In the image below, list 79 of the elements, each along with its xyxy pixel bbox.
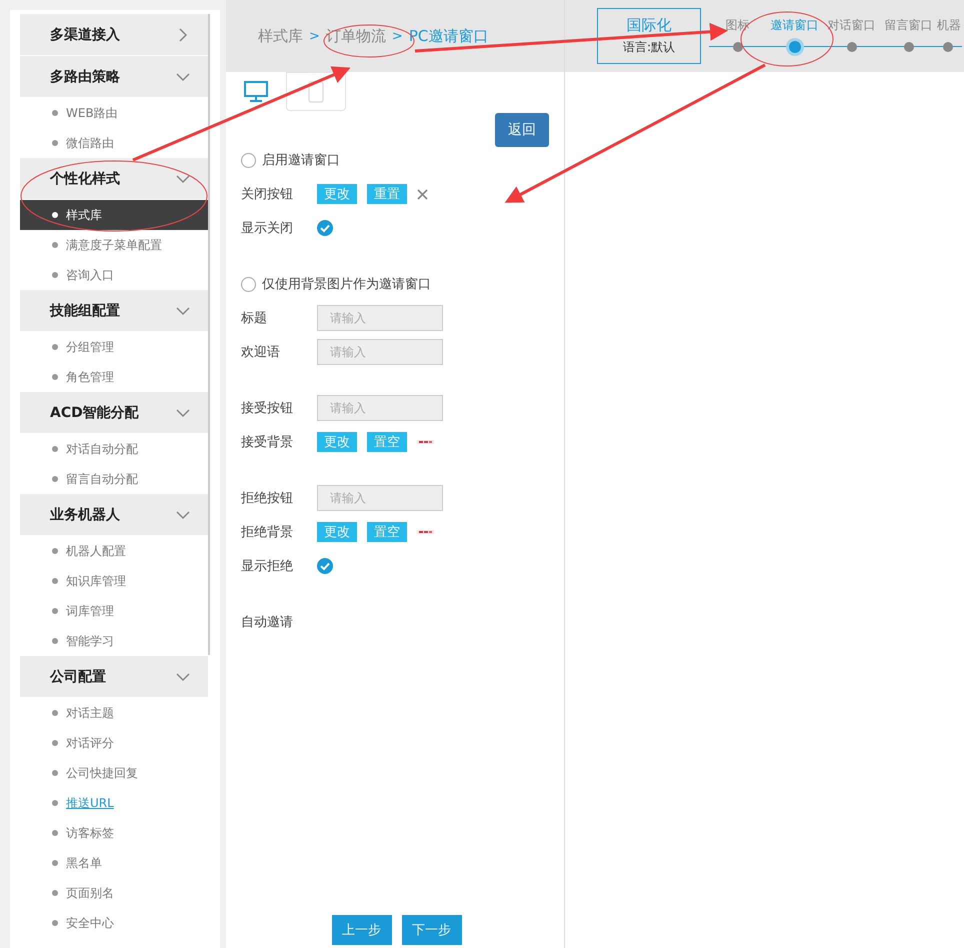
i18n-panel[interactable]: 国际化 语言:默认 xyxy=(597,8,701,64)
menu-group-header[interactable]: ACD智能分配 xyxy=(20,392,208,434)
step-dot[interactable] xyxy=(943,42,953,52)
menu-item[interactable]: 对话自动分配 xyxy=(20,434,208,464)
action-button[interactable]: 置空 xyxy=(367,522,407,542)
action-button[interactable]: 置空 xyxy=(367,432,407,452)
step-dot[interactable] xyxy=(904,42,914,52)
field-label: 拒绝按钮 xyxy=(241,490,294,507)
step-dot[interactable] xyxy=(846,42,856,52)
field-label: 显示拒绝 xyxy=(241,558,294,575)
menu-item[interactable]: 样式库 xyxy=(20,200,208,230)
field-label: 显示关闭 xyxy=(241,220,294,237)
field-label: 标题 xyxy=(241,310,268,327)
menu-group-header[interactable]: 业务机器人 xyxy=(20,494,208,536)
menu-item[interactable]: 词库管理 xyxy=(20,596,208,626)
radio-label: 仅使用背景图片作为邀请窗口 xyxy=(262,276,431,293)
menu-group-header[interactable]: 技能组配置 xyxy=(20,290,208,332)
step-dot[interactable] xyxy=(788,41,800,53)
menu-link[interactable]: 推送URL xyxy=(66,794,114,812)
menu-item[interactable]: 公司快捷回复 xyxy=(20,758,208,788)
step-button[interactable]: 上一步 xyxy=(332,915,392,945)
step-label[interactable]: 机器 xyxy=(937,17,961,34)
menu-item[interactable]: 分组管理 xyxy=(20,332,208,362)
breadcrumb-separator: > xyxy=(392,28,403,44)
action-button[interactable]: 更改 xyxy=(317,522,357,542)
device-tab[interactable] xyxy=(286,72,346,111)
language-label: 语言:默认 xyxy=(622,39,676,56)
checkbox[interactable] xyxy=(317,220,333,236)
breadcrumb-item[interactable]: 订单物流 xyxy=(326,26,386,46)
step-label[interactable]: 邀请窗口 xyxy=(770,17,818,34)
menu-item[interactable]: 安全中心 xyxy=(20,908,208,938)
menu-item[interactable]: 角色管理 xyxy=(20,362,208,392)
menu-item[interactable]: 智能学习 xyxy=(20,626,208,656)
i18n-title: 国际化 xyxy=(626,16,672,35)
input-field[interactable]: 请输入 xyxy=(317,395,443,421)
menu-item[interactable]: WEB路由 xyxy=(20,98,208,128)
menu-item[interactable]: 访客标签 xyxy=(20,818,208,848)
phone-icon xyxy=(308,80,324,102)
radio-label: 启用邀请窗口 xyxy=(262,152,340,169)
menu-item[interactable]: 机器人配置 xyxy=(20,536,208,566)
field-label: 关闭按钮 xyxy=(241,186,294,203)
field-label: 自动邀请 xyxy=(241,614,294,631)
step-label[interactable]: 图标 xyxy=(726,17,750,34)
input-field[interactable]: 请输入 xyxy=(317,339,443,365)
menu-item[interactable]: 咨询入口 xyxy=(20,260,208,290)
step-label[interactable]: 对话窗口 xyxy=(828,17,876,34)
menu-item[interactable]: 留言自动分配 xyxy=(20,464,208,494)
menu-group-header[interactable]: 公司配置 xyxy=(20,656,208,698)
field-label: 接受按钮 xyxy=(241,400,294,417)
action-button[interactable]: 更改 xyxy=(317,432,357,452)
breadcrumb-separator: > xyxy=(309,28,320,44)
close-icon[interactable] xyxy=(417,188,428,200)
step-button[interactable]: 下一步 xyxy=(402,915,462,945)
action-button[interactable]: 更改 xyxy=(317,184,357,204)
menu-group-header[interactable]: 多路由策略 xyxy=(20,56,208,98)
radio-button[interactable] xyxy=(241,152,256,168)
menu-item[interactable]: 微信路由 xyxy=(20,128,208,158)
menu-group-header[interactable]: 多渠道接入 xyxy=(20,14,208,56)
menu-item[interactable]: 对话主题 xyxy=(20,698,208,728)
checkbox[interactable] xyxy=(317,558,333,574)
field-label: 接受背景 xyxy=(241,434,294,451)
step-label[interactable]: 留言窗口 xyxy=(884,17,932,34)
action-button[interactable]: 重置 xyxy=(367,184,407,204)
back-button[interactable]: 返回 xyxy=(495,113,549,147)
input-field[interactable]: 请输入 xyxy=(317,305,443,331)
step-dot[interactable] xyxy=(732,42,742,52)
monitor-icon xyxy=(244,80,268,102)
field-label: 拒绝背景 xyxy=(241,524,294,541)
input-field[interactable]: 请输入 xyxy=(317,485,443,511)
field-label: 欢迎语 xyxy=(241,344,281,361)
menu-item[interactable]: 黑名单 xyxy=(20,848,208,878)
radio-button[interactable] xyxy=(241,276,256,292)
menu-item[interactable]: 页面别名 xyxy=(20,878,208,908)
menu-item[interactable]: 对话评分 xyxy=(20,728,208,758)
menu-item[interactable]: 知识库管理 xyxy=(20,566,208,596)
menu-item[interactable]: 满意度子菜单配置 xyxy=(20,230,208,260)
breadcrumb-item[interactable]: PC邀请窗口 xyxy=(408,26,488,46)
breadcrumb-item[interactable]: 样式库 xyxy=(258,26,303,46)
menu-group-header[interactable]: 个性化样式 xyxy=(20,158,208,200)
